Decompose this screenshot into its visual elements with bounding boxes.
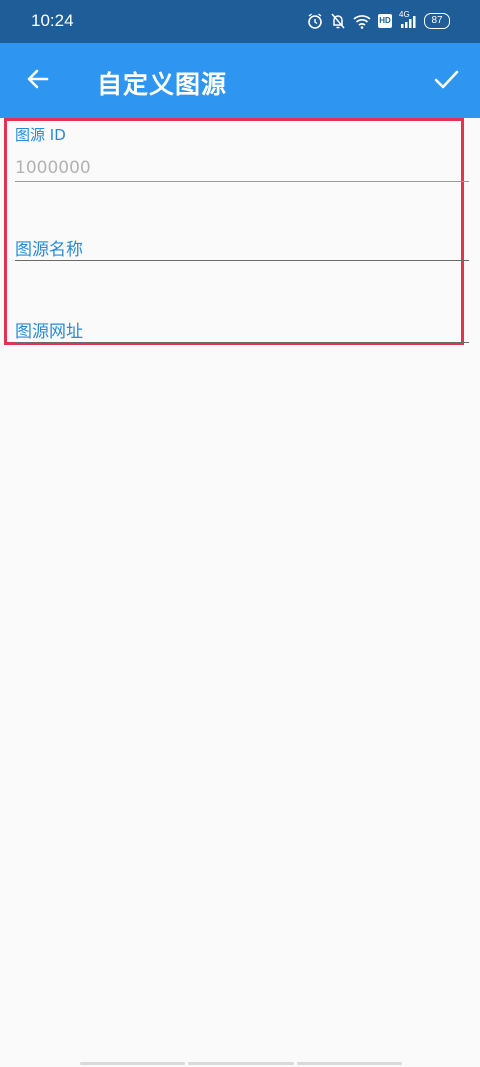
source-name-underline bbox=[15, 260, 469, 261]
source-name-input[interactable] bbox=[15, 233, 469, 259]
alarm-icon bbox=[307, 12, 323, 30]
check-icon bbox=[432, 65, 460, 97]
hd-icon: HD bbox=[378, 14, 392, 28]
page-title: 自定义图源 bbox=[97, 70, 228, 99]
status-icons: HD 4G 87 bbox=[307, 10, 450, 30]
mute-bell-icon bbox=[330, 12, 346, 30]
status-time: 10:24 bbox=[31, 11, 74, 30]
custom-source-form: 图源 ID 图源名称 图源网址 bbox=[4, 118, 469, 345]
back-button[interactable] bbox=[22, 65, 54, 97]
nav-segment bbox=[188, 1062, 294, 1065]
source-id-label: 图源 ID bbox=[15, 126, 66, 144]
source-url-input[interactable] bbox=[15, 315, 469, 341]
4g-signal-icon: 4G bbox=[399, 10, 417, 30]
confirm-button[interactable] bbox=[430, 65, 462, 97]
arrow-left-icon bbox=[25, 66, 51, 96]
gesture-navigation-bar bbox=[80, 1062, 402, 1065]
source-url-field[interactable]: 图源网址 bbox=[15, 304, 469, 349]
source-name-field[interactable]: 图源名称 bbox=[15, 221, 469, 266]
app-bar: 自定义图源 bbox=[0, 43, 480, 118]
battery-icon: 87 bbox=[424, 13, 450, 29]
wifi-icon bbox=[353, 12, 371, 30]
nav-segment bbox=[296, 1062, 402, 1065]
source-url-underline bbox=[15, 342, 469, 343]
nav-segment bbox=[80, 1062, 186, 1065]
source-id-underline bbox=[15, 181, 469, 182]
source-id-input[interactable] bbox=[15, 156, 469, 180]
status-bar: 10:24 HD 4G 87 bbox=[0, 0, 480, 43]
source-id-field: 图源 ID bbox=[15, 124, 469, 184]
